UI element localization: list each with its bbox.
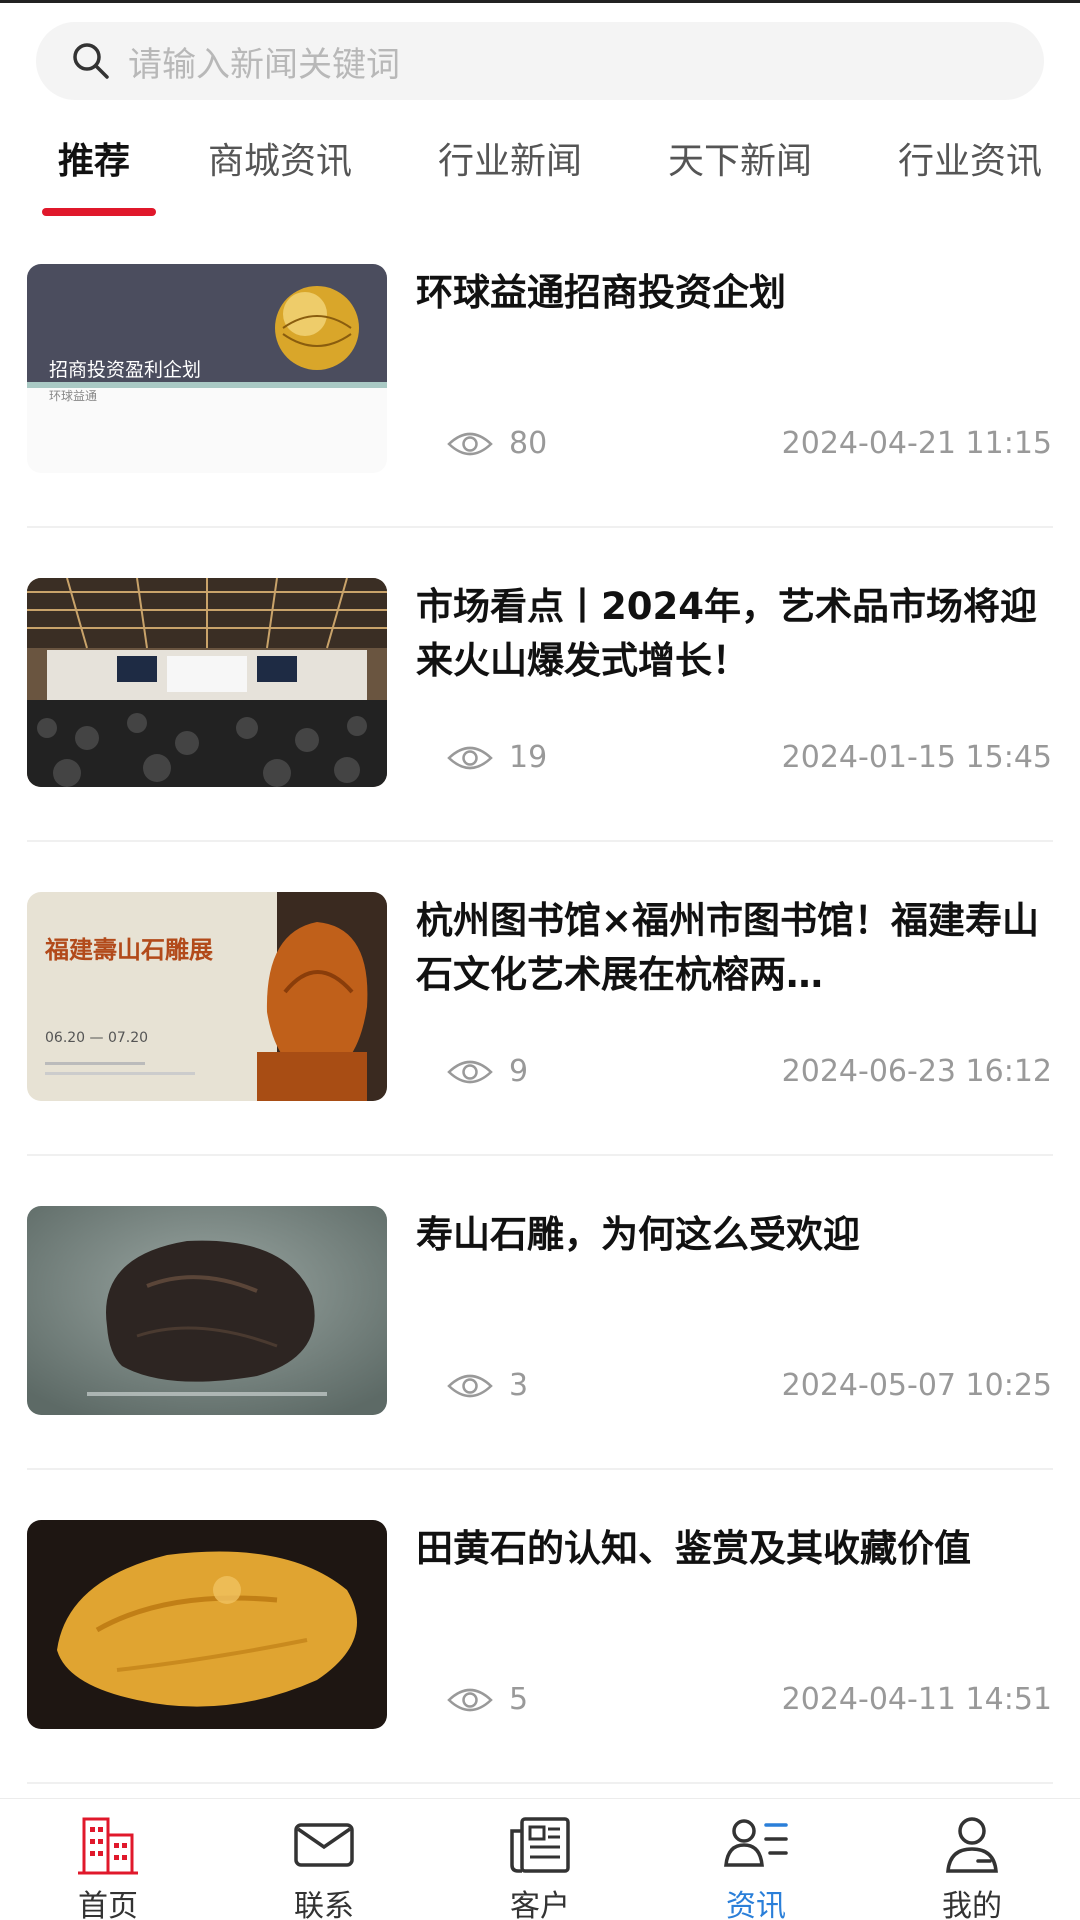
publish-date: 2024-04-21 11:15	[781, 426, 1052, 461]
eye-icon	[447, 1374, 493, 1397]
tab-recommend[interactable]: 推荐	[58, 132, 130, 184]
view-count-value: 80	[509, 426, 548, 461]
nav-label: 联系	[294, 1889, 354, 1920]
nav-contact[interactable]: 联系	[216, 1799, 432, 1920]
news-thumbnail[interactable]	[27, 578, 387, 787]
view-count-value: 9	[509, 1054, 529, 1089]
search-bar[interactable]: 请输入新闻关键词	[36, 22, 1044, 100]
thumb-caption: 招商投资盈利企划	[49, 359, 201, 381]
nav-label: 我的	[942, 1889, 1002, 1920]
status-bar-edge	[0, 0, 1080, 3]
home-building-icon	[78, 1817, 138, 1875]
news-item[interactable]: 寿山石雕，为何这么受欢迎 3 2024-05-07 10:25	[0, 1206, 1080, 1520]
news-title[interactable]: 田黄石的认知、鉴赏及其收藏价值	[416, 1522, 1056, 1576]
news-item[interactable]: 招商投资盈利企划 环球益通 环球益通招商投资企划 80 2024-04-21 1…	[0, 264, 1080, 578]
newspaper-icon	[510, 1817, 570, 1873]
divider	[27, 1154, 1053, 1156]
poster-dates: 06.20 — 07.20	[45, 1030, 148, 1046]
news-title[interactable]: 环球益通招商投资企划	[416, 266, 1056, 320]
eye-icon	[447, 1060, 493, 1083]
profile-list-icon	[724, 1819, 788, 1867]
view-count: 80	[447, 426, 547, 461]
divider	[27, 1468, 1053, 1470]
category-tabs: 推荐 商城资讯 行业新闻 天下新闻 行业资讯	[0, 112, 1080, 222]
news-thumbnail[interactable]	[27, 1520, 387, 1729]
view-count: 3	[447, 1368, 528, 1403]
news-title[interactable]: 杭州图书馆×福州市图书馆！福建寿山石文化艺术展在杭榕两…	[416, 894, 1056, 1002]
nav-home[interactable]: 首页	[0, 1799, 216, 1920]
view-count: 9	[447, 1054, 528, 1089]
eye-icon	[447, 432, 493, 455]
publish-date: 2024-01-15 15:45	[781, 740, 1052, 775]
active-tab-indicator	[42, 208, 156, 216]
nav-clients[interactable]: 客户	[432, 1799, 648, 1920]
nav-news[interactable]: 资讯	[648, 1799, 864, 1920]
nav-label: 资讯	[726, 1889, 786, 1920]
tab-industry-info[interactable]: 行业资讯	[898, 132, 1042, 184]
eye-icon	[447, 1688, 493, 1711]
news-title[interactable]: 市场看点丨2024年，艺术品市场将迎来火山爆发式增长！	[416, 580, 1056, 688]
news-item[interactable]: 田黄石的认知、鉴赏及其收藏价值 5 2024-04-11 14:51	[0, 1520, 1080, 1834]
view-count-value: 5	[509, 1682, 529, 1717]
user-icon	[946, 1817, 998, 1873]
tab-industry-news[interactable]: 行业新闻	[438, 132, 582, 184]
view-count: 5	[447, 1682, 528, 1717]
news-title[interactable]: 寿山石雕，为何这么受欢迎	[416, 1208, 1056, 1262]
divider	[27, 840, 1053, 842]
view-count-value: 19	[509, 740, 548, 775]
news-thumbnail[interactable]: 福建壽山石雕展 06.20 — 07.20	[27, 892, 387, 1101]
tab-world-news[interactable]: 天下新闻	[668, 132, 812, 184]
news-thumbnail[interactable]: 招商投资盈利企划 环球益通	[27, 264, 387, 473]
search-icon	[73, 43, 109, 79]
publish-date: 2024-05-07 10:25	[781, 1368, 1052, 1403]
news-thumbnail[interactable]	[27, 1206, 387, 1415]
news-item[interactable]: 福建壽山石雕展 06.20 — 07.20 杭州图书馆×福州市图书馆！福建寿山石…	[0, 892, 1080, 1206]
divider	[27, 526, 1053, 528]
view-count: 19	[447, 740, 547, 775]
tab-mall-news[interactable]: 商城资讯	[208, 132, 352, 184]
poster-caption: 福建壽山石雕展	[44, 935, 213, 964]
nav-label: 首页	[78, 1889, 138, 1920]
news-item[interactable]: 市场看点丨2024年，艺术品市场将迎来火山爆发式增长！ 19 2024-01-1…	[0, 578, 1080, 892]
publish-date: 2024-04-11 14:51	[781, 1682, 1052, 1717]
nav-mine[interactable]: 我的	[864, 1799, 1080, 1920]
publish-date: 2024-06-23 16:12	[781, 1054, 1052, 1089]
thumb-subcaption: 环球益通	[49, 389, 97, 403]
mail-icon	[294, 1823, 354, 1867]
nav-label: 客户	[510, 1889, 570, 1920]
search-placeholder[interactable]: 请输入新闻关键词	[128, 37, 400, 86]
eye-icon	[447, 746, 493, 769]
bottom-navigation: 首页 联系 客户 资讯 我的	[0, 1798, 1080, 1920]
view-count-value: 3	[509, 1368, 529, 1403]
divider	[27, 1782, 1053, 1784]
